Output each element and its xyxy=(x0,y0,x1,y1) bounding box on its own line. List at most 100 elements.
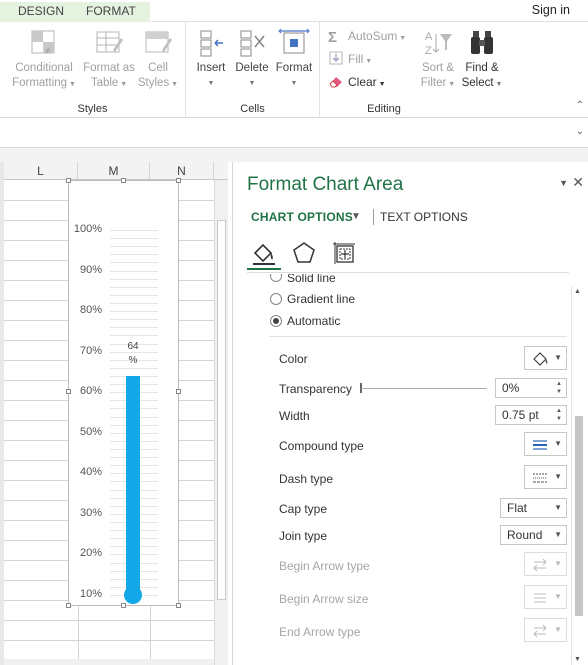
transparency-value: 0% xyxy=(502,381,520,395)
sort-filter-label2: Filter xyxy=(420,77,447,89)
tab-chart-options[interactable]: CHART OPTIONS xyxy=(251,210,353,224)
cell-styles-label2: Styles xyxy=(137,77,170,89)
radio-solid-line[interactable] xyxy=(270,274,282,282)
chart-gridline xyxy=(110,270,158,272)
format-chart-area-pane: Format Chart Area ▼ ✕ CHART OPTIONS ▼ TE… xyxy=(232,162,588,665)
cells-group: Insert ▼ Delete ▼ Format ▼ Cells xyxy=(186,22,320,118)
pane-options-dropdown-icon[interactable]: ▼ xyxy=(559,178,568,188)
formula-bar[interactable]: ⌄ xyxy=(0,118,588,148)
end-arrow-type-label: End Arrow type xyxy=(279,625,361,639)
chart-gridline xyxy=(110,262,158,264)
sheet-horizontal-scrollbar[interactable] xyxy=(4,659,214,665)
spinner-arrows-icon[interactable]: ▲ ▼ xyxy=(554,407,564,423)
scroll-down-icon[interactable]: ▼ xyxy=(574,656,581,663)
clear-button[interactable]: Clear ▼ xyxy=(328,72,386,92)
begin-arrow-size-dropdown[interactable]: ▼ xyxy=(524,585,567,609)
cap-type-select[interactable]: Flat ▼ xyxy=(500,498,567,518)
begin-arrow-type-dropdown[interactable]: ▼ xyxy=(524,552,567,576)
cell-styles-button[interactable]: Cell Styles ▼ xyxy=(136,28,180,92)
chart-gridline xyxy=(110,319,158,321)
find-select-button[interactable]: Find & Select ▼ xyxy=(460,28,504,92)
compound-type-dropdown[interactable]: ▼ xyxy=(524,432,567,456)
ribbon-tab-bar: DESIGN FORMAT Sign in xyxy=(0,0,588,22)
svg-text:A: A xyxy=(425,31,433,43)
autosum-button[interactable]: Σ AutoSum ▼ xyxy=(328,26,406,46)
chart-gridline xyxy=(110,367,158,369)
sigma-icon: Σ xyxy=(328,29,338,46)
dash-type-dropdown[interactable]: ▼ xyxy=(524,465,567,489)
transparency-spinner[interactable]: 0% ▲ ▼ xyxy=(495,378,567,398)
sort-filter-label1: Sort & xyxy=(422,62,454,74)
cap-type-label: Cap type xyxy=(279,502,328,516)
format-as-table-label1: Format as xyxy=(83,62,135,74)
conditional-formatting-button[interactable]: ≠ Conditional Formatting ▼ xyxy=(6,28,82,92)
resize-handle-r[interactable] xyxy=(176,389,181,394)
join-type-select[interactable]: Round ▼ xyxy=(500,525,567,545)
tab-design[interactable]: DESIGN xyxy=(0,2,77,22)
resize-handle-t[interactable] xyxy=(121,178,126,183)
expand-formula-bar-icon[interactable]: ⌄ xyxy=(576,126,584,137)
transparency-label: Transparency xyxy=(279,382,352,396)
svg-text:Z: Z xyxy=(425,45,432,57)
y-tick-label: 90% xyxy=(79,263,102,276)
format-as-table-button[interactable]: Format as Table ▼ xyxy=(80,28,138,92)
tab-text-options[interactable]: TEXT OPTIONS xyxy=(380,210,468,224)
fill-button[interactable]: Fill ▼ xyxy=(328,49,372,69)
data-label[interactable]: 64 % xyxy=(121,340,145,368)
close-icon[interactable]: ✕ xyxy=(572,174,584,191)
transparency-slider[interactable] xyxy=(361,388,487,389)
width-spinner[interactable]: 0.75 pt ▲ ▼ xyxy=(495,405,567,425)
column-headers: L M N xyxy=(4,162,228,180)
resize-handle-tl[interactable] xyxy=(66,178,71,183)
data-label-value: 64 xyxy=(127,341,139,352)
insert-button[interactable]: Insert ▼ xyxy=(190,28,232,91)
dash-type-label: Dash type xyxy=(279,472,334,486)
resize-handle-br[interactable] xyxy=(176,603,181,608)
radio-gradient-line[interactable] xyxy=(270,293,282,305)
color-picker-dropdown[interactable]: ▼ xyxy=(524,346,567,370)
color-label: Color xyxy=(279,352,308,366)
cell-styles-label1: Cell xyxy=(148,62,168,74)
chevron-down-icon: ▼ xyxy=(554,592,562,601)
effects-icon[interactable] xyxy=(291,240,317,266)
dash-lines-icon xyxy=(533,473,547,483)
chart-gridline xyxy=(110,311,158,313)
tab-format[interactable]: FORMAT xyxy=(70,2,150,22)
worksheet[interactable]: L M N 100% 90% 80% 70% 60% 50% 40% 30% 20% 10% 64… xyxy=(0,162,228,665)
spinner-arrows-icon[interactable]: ▲ ▼ xyxy=(554,380,564,396)
pane-scroll-thumb[interactable] xyxy=(575,416,583,616)
delete-label: Delete xyxy=(235,62,269,74)
delete-button[interactable]: Delete ▼ xyxy=(232,28,272,91)
begin-arrow-type-label: Begin Arrow type xyxy=(279,559,370,573)
sign-in-link[interactable]: Sign in xyxy=(532,3,570,17)
column-header-m[interactable]: M xyxy=(78,162,150,180)
resize-handle-l[interactable] xyxy=(66,389,71,394)
chart-options-chevron-down-icon[interactable]: ▼ xyxy=(351,211,361,222)
active-icon-indicator xyxy=(247,268,281,270)
conditional-formatting-label2: Formatting xyxy=(12,77,68,89)
resize-handle-b[interactable] xyxy=(121,603,126,608)
tab-separator xyxy=(373,209,374,225)
resize-handle-bl[interactable] xyxy=(66,603,71,608)
sheet-vertical-scrollbar[interactable] xyxy=(214,180,228,665)
pane-vertical-scrollbar[interactable]: ▲ ▼ xyxy=(571,286,585,665)
thermometer-bar[interactable] xyxy=(126,376,140,595)
fill-label: Fill xyxy=(348,52,364,66)
radio-automatic[interactable] xyxy=(270,315,282,327)
end-arrow-type-dropdown[interactable]: ▼ xyxy=(524,618,567,642)
join-type-value: Round xyxy=(507,528,543,542)
format-button[interactable]: Format ▼ xyxy=(272,28,316,91)
size-properties-icon[interactable] xyxy=(331,240,357,266)
sheet-scroll-thumb[interactable] xyxy=(217,220,226,600)
column-header-n[interactable]: N xyxy=(150,162,214,180)
join-type-label: Join type xyxy=(279,529,328,543)
sort-filter-button[interactable]: A Z Sort & Filter ▼ xyxy=(416,28,460,92)
scroll-up-icon[interactable]: ▲ xyxy=(574,288,581,295)
find-select-label2: Select xyxy=(461,77,494,89)
resize-handle-tr[interactable] xyxy=(176,178,181,183)
fill-line-icon[interactable] xyxy=(251,240,277,266)
thermometer-chart[interactable]: 100% 90% 80% 70% 60% 50% 40% 30% 20% 10% 64 % xyxy=(66,178,181,608)
chevron-down-icon: ▼ xyxy=(554,530,562,539)
collapse-ribbon-icon[interactable]: ⌃ xyxy=(576,100,584,111)
chart-gridline xyxy=(110,286,158,288)
